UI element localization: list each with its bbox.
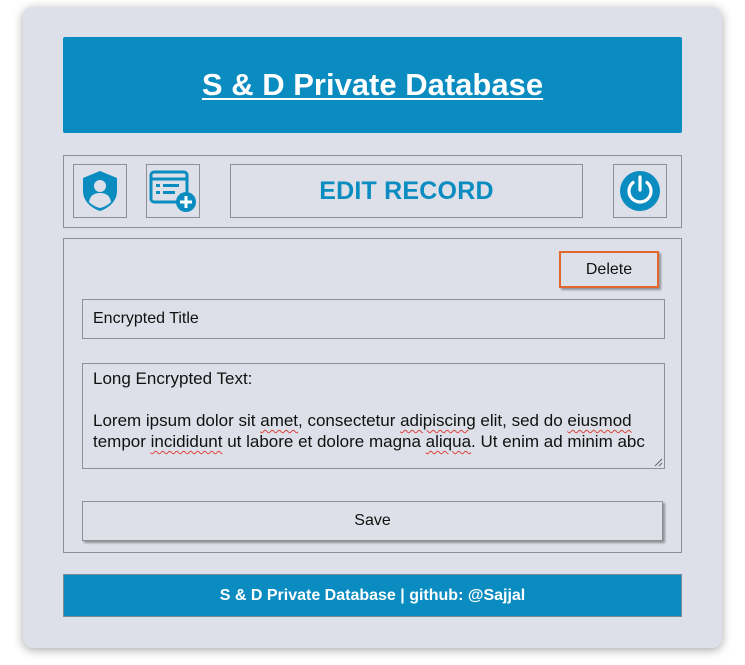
page-title-box: EDIT RECORD: [230, 164, 583, 218]
misspelled-word: eiusmod: [567, 411, 632, 430]
add-record-icon: [149, 170, 196, 212]
page-header: S & D Private Database: [63, 37, 682, 133]
add-record-button[interactable]: [146, 164, 200, 218]
text-fragment: elit, sed do: [475, 411, 568, 430]
page-footer: S & D Private Database | github: @Sajjal: [63, 574, 682, 617]
toolbar: EDIT RECORD: [63, 155, 682, 228]
logout-button[interactable]: [613, 164, 667, 218]
page-title: EDIT RECORD: [319, 176, 494, 205]
text-fragment: , consectetur: [298, 411, 401, 430]
misspelled-word: aliqua: [425, 432, 472, 451]
text-fragment: tempor: [93, 432, 151, 451]
resize-grip-icon[interactable]: [653, 457, 663, 467]
record-text-area[interactable]: Long Encrypted Text: Lorem ipsum dolor s…: [82, 363, 665, 469]
misspelled-word: incididunt: [150, 432, 223, 451]
text-fragment: Lorem ipsum dolor sit: [93, 411, 261, 430]
footer-text: S & D Private Database | github: @Sajjal: [219, 586, 526, 604]
edit-record-form: Delete Long Encrypted Text: Lorem ipsum …: [63, 238, 682, 553]
misspelled-word: adipiscing: [400, 411, 476, 430]
app-window: S & D Private Database EDIT RECORD Delet…: [23, 7, 722, 648]
app-title[interactable]: S & D Private Database: [202, 67, 543, 103]
misspelled-word: amet: [260, 411, 299, 430]
text-fragment: ut labore et dolore magna: [222, 432, 426, 451]
text-line-3: Lorem ipsum dolor sit amet, consectetur …: [93, 410, 654, 431]
power-icon: [620, 171, 660, 211]
delete-button[interactable]: Delete: [559, 251, 659, 288]
text-fragment: . Ut enim ad minim abc: [471, 432, 645, 451]
profile-button[interactable]: [73, 164, 127, 218]
user-shield-icon: [83, 171, 117, 211]
text-line-4: tempor incididunt ut labore et dolore ma…: [93, 431, 654, 452]
text-blank-line: [93, 389, 654, 410]
record-title-input[interactable]: [82, 299, 665, 339]
save-button[interactable]: Save: [82, 501, 663, 541]
text-line-1: Long Encrypted Text:: [93, 369, 253, 388]
